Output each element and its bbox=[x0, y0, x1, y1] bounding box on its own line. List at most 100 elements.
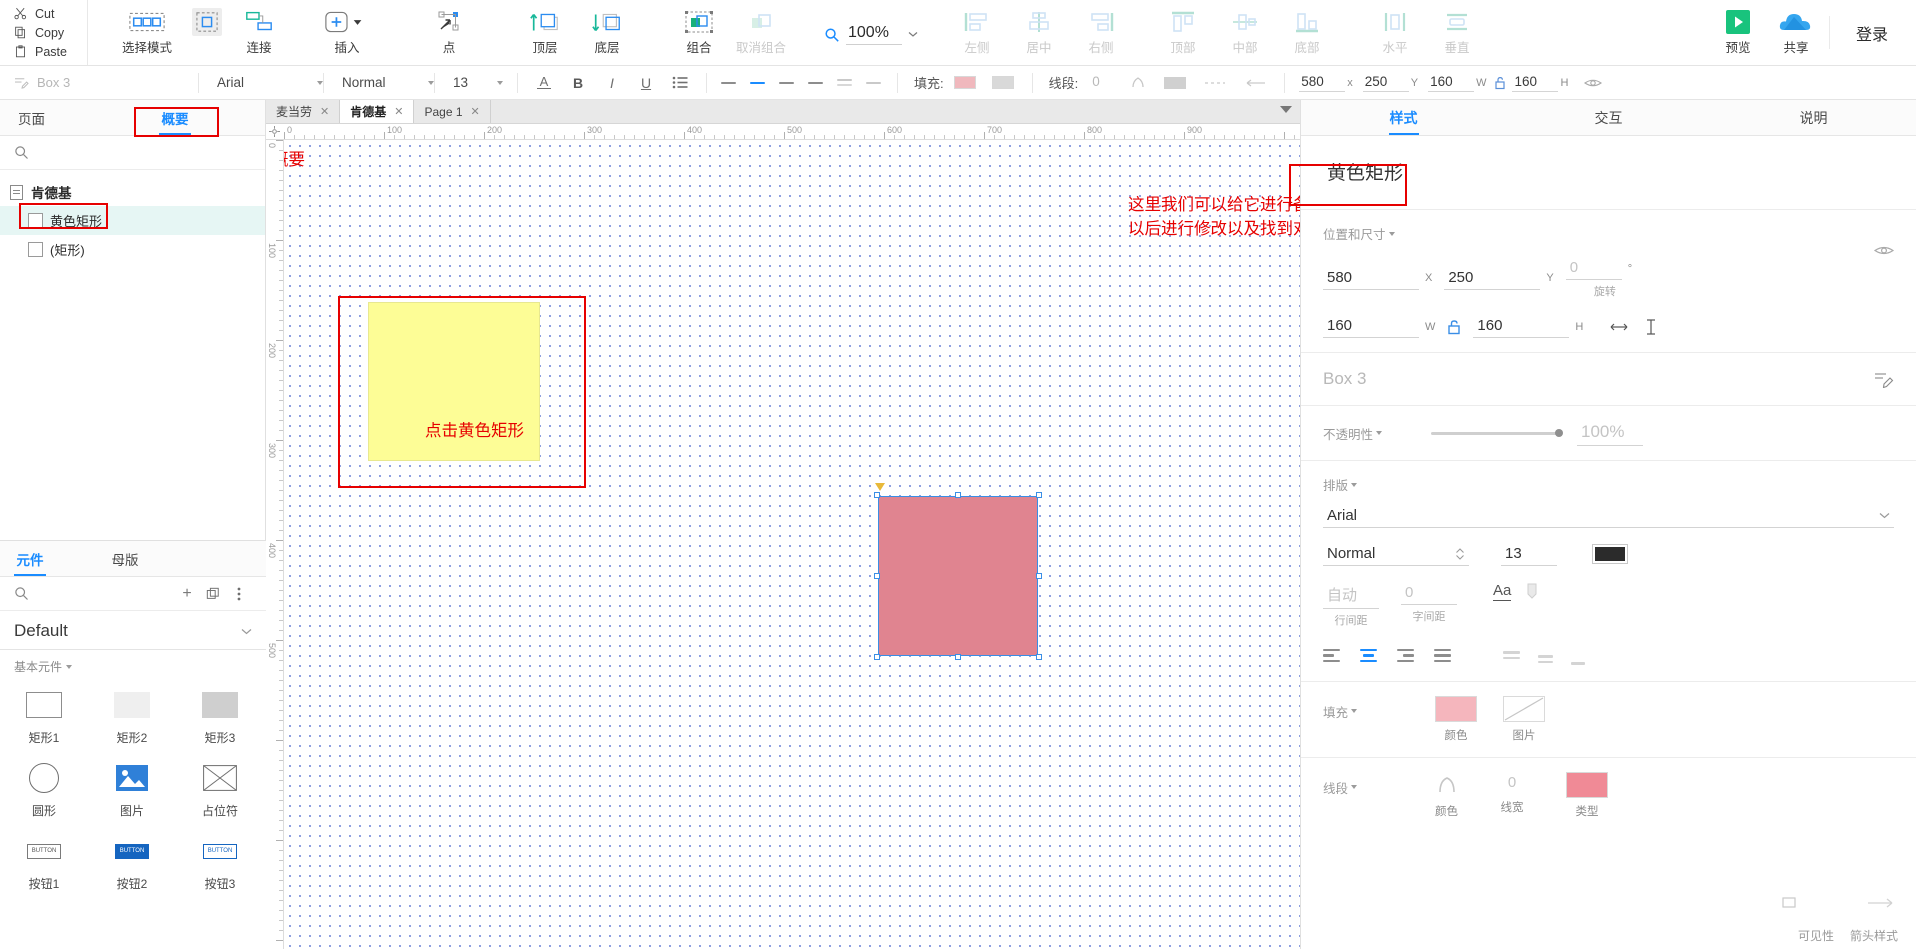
tree-root-node[interactable]: 肯德基 bbox=[0, 178, 265, 206]
toolbar-button-share[interactable]: 共享 bbox=[1767, 0, 1825, 64]
bold-icon[interactable]: B bbox=[564, 71, 592, 95]
tree-item-yellow-rect[interactable]: 黄色矩形 bbox=[0, 206, 265, 235]
line-width-input[interactable]: 0 bbox=[1484, 772, 1540, 794]
page-tab-mcdonalds[interactable]: 麦当劳 ✕ bbox=[266, 100, 341, 123]
toolbar-button-distribute-horizontal[interactable]: 水平 bbox=[1364, 0, 1426, 64]
font-family-select[interactable]: Arial bbox=[1323, 504, 1894, 528]
toolbar-button-point[interactable]: 点 bbox=[418, 0, 480, 64]
checkbox-icon[interactable] bbox=[28, 213, 43, 228]
toolbar-button-send-back[interactable]: 底层 bbox=[576, 0, 638, 64]
tab-widgets[interactable]: 元件 bbox=[0, 541, 60, 576]
font-color-swatch[interactable] bbox=[1592, 544, 1628, 564]
visibility-status-label[interactable]: 可见性 bbox=[1798, 927, 1834, 944]
fit-width-icon[interactable] bbox=[1609, 319, 1629, 335]
library-item-rect2[interactable]: 矩形2 bbox=[88, 683, 176, 756]
line-style-icon[interactable] bbox=[1204, 80, 1226, 86]
italic-icon[interactable]: I bbox=[598, 71, 626, 95]
tab-masters[interactable]: 母版 bbox=[60, 541, 190, 576]
tab-style[interactable]: 样式 bbox=[1301, 100, 1506, 135]
align-center-icon[interactable] bbox=[1360, 648, 1377, 662]
align-left-icon[interactable] bbox=[1323, 648, 1340, 662]
slider-handle[interactable] bbox=[1555, 429, 1563, 437]
toolbar-button-align-left[interactable]: 左侧 bbox=[946, 0, 1008, 64]
valign-middle-icon[interactable] bbox=[1538, 655, 1553, 664]
line-width-input[interactable]: 0 bbox=[1090, 74, 1126, 91]
page-tab-page1[interactable]: Page 1 ✕ bbox=[414, 100, 491, 123]
toolbar-button-preview[interactable]: 预览 bbox=[1709, 0, 1767, 64]
fill-color-swatch[interactable] bbox=[953, 76, 976, 89]
text-case-icon[interactable]: Aa bbox=[1493, 582, 1512, 601]
font-weight-select[interactable]: Normal bbox=[338, 72, 434, 94]
arrow-style-icon[interactable] bbox=[1244, 79, 1266, 87]
toolbar-button-bring-front[interactable]: 顶层 bbox=[514, 0, 576, 64]
login-button[interactable]: 登录 bbox=[1834, 0, 1916, 65]
library-group-header[interactable]: 基本元件 bbox=[0, 650, 266, 679]
canvas-surface[interactable]: 选中页面点击概要 概要面板会自动定为到所对应的 元件 点击黄色矩形 这里我们可以… bbox=[284, 140, 1300, 949]
valign-top-icon[interactable] bbox=[1503, 651, 1520, 660]
x-input[interactable]: 580 bbox=[1299, 74, 1346, 92]
page-tab-kfc[interactable]: 肯德基 ✕ bbox=[340, 100, 415, 123]
zoom-value[interactable]: 100% bbox=[846, 24, 902, 45]
lock-aspect-icon[interactable] bbox=[1494, 76, 1506, 90]
toolbar-button-align-right[interactable]: 右侧 bbox=[1070, 0, 1132, 64]
w-input[interactable]: 160 bbox=[1428, 74, 1475, 92]
y-input[interactable]: 250 bbox=[1362, 74, 1409, 92]
toolbar-button-connect[interactable]: 连接 bbox=[228, 0, 290, 64]
tab-pages[interactable]: 页面 bbox=[0, 100, 130, 135]
search-icon[interactable] bbox=[14, 586, 29, 601]
tab-interactions[interactable]: 交互 bbox=[1506, 100, 1711, 135]
checkbox-icon[interactable] bbox=[28, 242, 43, 257]
opacity-input[interactable]: 100% bbox=[1577, 420, 1643, 446]
box-style-name[interactable]: Box 3 bbox=[1323, 369, 1366, 389]
toolbar-button-align-center[interactable]: 居中 bbox=[1008, 0, 1070, 64]
lock-aspect-icon[interactable] bbox=[1447, 319, 1461, 335]
tree-item-rect[interactable]: (矩形) bbox=[0, 235, 265, 264]
line-type-swatch[interactable] bbox=[1566, 771, 1608, 798]
rotation-marker-icon[interactable] bbox=[875, 483, 885, 491]
font-size-select[interactable]: 13 bbox=[449, 72, 503, 94]
fill-image-swatch[interactable] bbox=[991, 76, 1014, 89]
edit-style-icon[interactable] bbox=[1874, 370, 1894, 388]
add-library-icon[interactable]: + bbox=[174, 585, 200, 603]
opacity-slider[interactable] bbox=[1431, 429, 1563, 437]
cut-button[interactable]: Cut bbox=[14, 4, 87, 23]
line-color-icon[interactable] bbox=[1130, 76, 1146, 90]
valign-middle-icon[interactable] bbox=[866, 81, 881, 84]
tab-notes[interactable]: 说明 bbox=[1711, 100, 1916, 135]
align-right-icon[interactable] bbox=[779, 81, 794, 84]
fill-image-control[interactable]: 图片 bbox=[1503, 695, 1545, 743]
zoom-control[interactable]: 100% bbox=[818, 4, 924, 65]
line-color-icon[interactable] bbox=[1436, 772, 1458, 798]
font-size-input[interactable]: 13 bbox=[1501, 543, 1557, 566]
library-set-select[interactable]: Default bbox=[0, 611, 266, 650]
shape-pink-rectangle[interactable] bbox=[878, 496, 1038, 656]
text-color-icon[interactable]: A bbox=[530, 71, 558, 95]
rotation-input[interactable]: 0 bbox=[1565, 257, 1622, 280]
library-item-placeholder[interactable]: 占位符 bbox=[176, 756, 264, 829]
toolbar-button-align-top[interactable]: 顶部 bbox=[1152, 0, 1214, 64]
line-type-control[interactable]: 类型 bbox=[1566, 771, 1608, 819]
align-justify-icon[interactable] bbox=[808, 81, 823, 84]
library-item-rect1[interactable]: 矩形1 bbox=[0, 683, 88, 756]
tab-outline[interactable]: 概要 bbox=[130, 100, 220, 135]
fill-color-swatch[interactable] bbox=[1435, 695, 1477, 722]
bullet-list-icon[interactable] bbox=[666, 71, 694, 95]
visibility-toggle-icon[interactable] bbox=[1780, 895, 1798, 911]
line-color-control[interactable]: 颜色 bbox=[1435, 772, 1458, 819]
toolbar-button-select-mode[interactable]: 选择模式 bbox=[108, 0, 186, 64]
align-justify-icon[interactable] bbox=[1434, 648, 1451, 662]
widget-name-input[interactable]: 黄色矩形 bbox=[1323, 150, 1894, 193]
toolbar-button-align-middle[interactable]: 中部 bbox=[1214, 0, 1276, 64]
tabstrip-dropdown-icon[interactable] bbox=[1280, 106, 1292, 114]
fit-height-icon[interactable] bbox=[1643, 318, 1659, 336]
w-input[interactable]: 160 bbox=[1323, 315, 1419, 338]
h-input[interactable]: 160 bbox=[1473, 315, 1570, 338]
align-left-icon[interactable] bbox=[721, 81, 736, 84]
fill-image-swatch[interactable] bbox=[1503, 695, 1545, 722]
line-weight-swatch[interactable] bbox=[1164, 76, 1187, 89]
font-family-select[interactable]: Arial bbox=[213, 72, 323, 94]
library-item-circle[interactable]: 圆形 bbox=[0, 756, 88, 829]
stepper-icon[interactable] bbox=[1455, 547, 1465, 561]
toolbar-button-select-single[interactable] bbox=[186, 0, 228, 64]
toolbar-button-align-bottom[interactable]: 底部 bbox=[1276, 0, 1338, 64]
